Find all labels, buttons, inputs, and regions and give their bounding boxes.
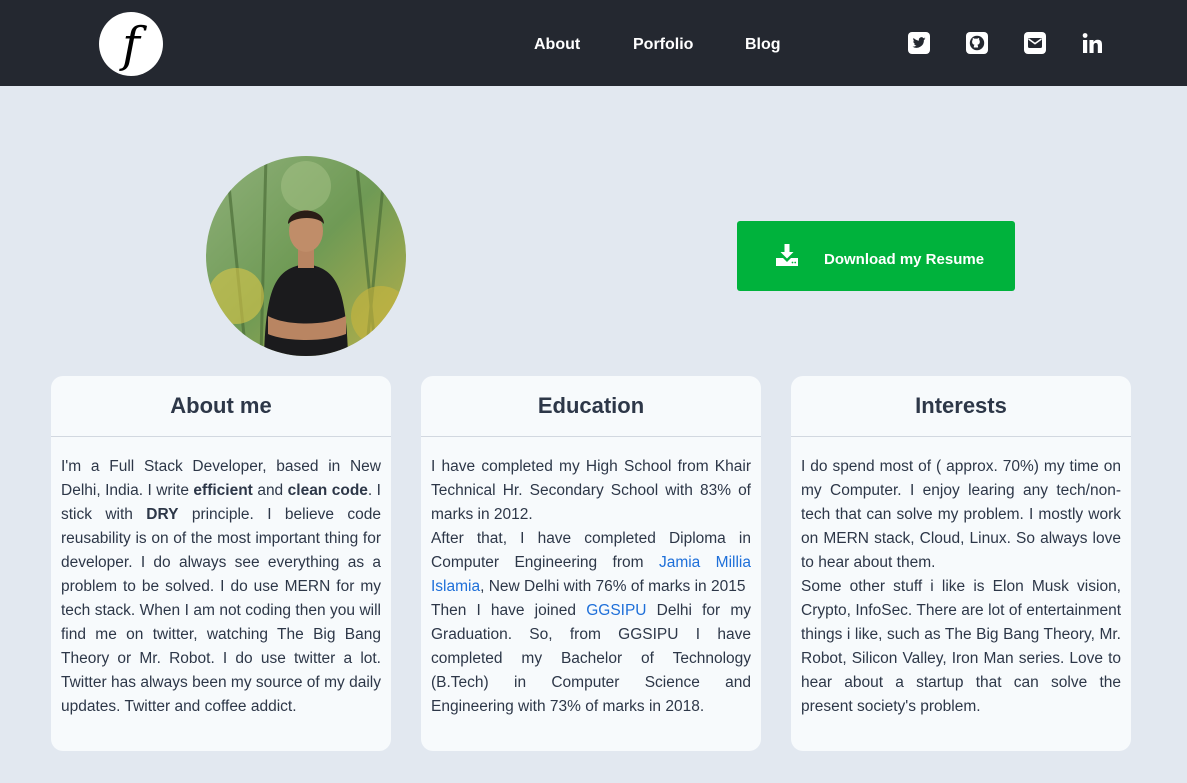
education-paragraph-1: I have completed my High School from Kha… xyxy=(431,458,751,523)
ggsipu-link[interactable]: GGSIPU xyxy=(586,602,646,619)
navbar: f About Porfolio Blog xyxy=(0,0,1187,86)
logo[interactable]: f xyxy=(99,12,163,76)
interests-card: Interests I do spend most of ( approx. 7… xyxy=(791,376,1131,751)
about-paragraph: I'm a Full Stack Developer, based in New… xyxy=(61,455,381,719)
email-icon[interactable] xyxy=(1023,31,1047,55)
education-text-3a: Then I have joined xyxy=(431,602,587,619)
about-text-4: principle. I believe code reusability is… xyxy=(61,506,381,715)
interests-title: Interests xyxy=(915,393,1007,418)
education-paragraph-2: After that, I have completed Diploma in … xyxy=(431,527,751,599)
interests-paragraph-1: I do spend most of ( approx. 70%) my tim… xyxy=(801,458,1121,571)
nav-link-blog[interactable]: Blog xyxy=(745,36,781,54)
nav-link-about[interactable]: About xyxy=(534,36,580,54)
twitter-icon[interactable] xyxy=(907,31,931,55)
about-bold-dry: DRY xyxy=(146,506,179,523)
download-resume-label: Download my Resume xyxy=(824,251,985,268)
interests-card-header: Interests xyxy=(791,376,1131,437)
education-card: Education I have completed my High Schoo… xyxy=(421,376,761,751)
download-resume-button[interactable]: Download my Resume xyxy=(737,221,1015,291)
education-card-header: Education xyxy=(421,376,761,437)
education-title: Education xyxy=(537,393,645,418)
download-icon xyxy=(776,244,798,266)
education-body: I have completed my High School from Kha… xyxy=(421,437,761,719)
github-icon[interactable] xyxy=(965,31,989,55)
about-card-header: About me xyxy=(51,376,391,437)
nav-link-portfolio[interactable]: Porfolio xyxy=(633,36,693,54)
about-card: About me I'm a Full Stack Developer, bas… xyxy=(51,376,391,751)
linkedin-icon[interactable] xyxy=(1081,31,1105,55)
about-body: I'm a Full Stack Developer, based in New… xyxy=(51,437,391,719)
profile-photo xyxy=(206,156,406,356)
about-bold-clean-code: clean code xyxy=(287,482,368,499)
education-paragraph-3: Then I have joined GGSIPU Delhi for my G… xyxy=(431,599,751,719)
about-text-2: and xyxy=(252,482,288,499)
about-bold-efficient: efficient xyxy=(193,482,253,499)
logo-glyph: f xyxy=(122,17,140,73)
interests-body: I do spend most of ( approx. 70%) my tim… xyxy=(791,437,1131,719)
interests-paragraph-2: Some other stuff i like is Elon Musk vis… xyxy=(801,578,1121,715)
education-text-2b: , New Delhi with 76% of marks in 2015 xyxy=(480,578,746,595)
about-title: About me xyxy=(170,393,272,418)
